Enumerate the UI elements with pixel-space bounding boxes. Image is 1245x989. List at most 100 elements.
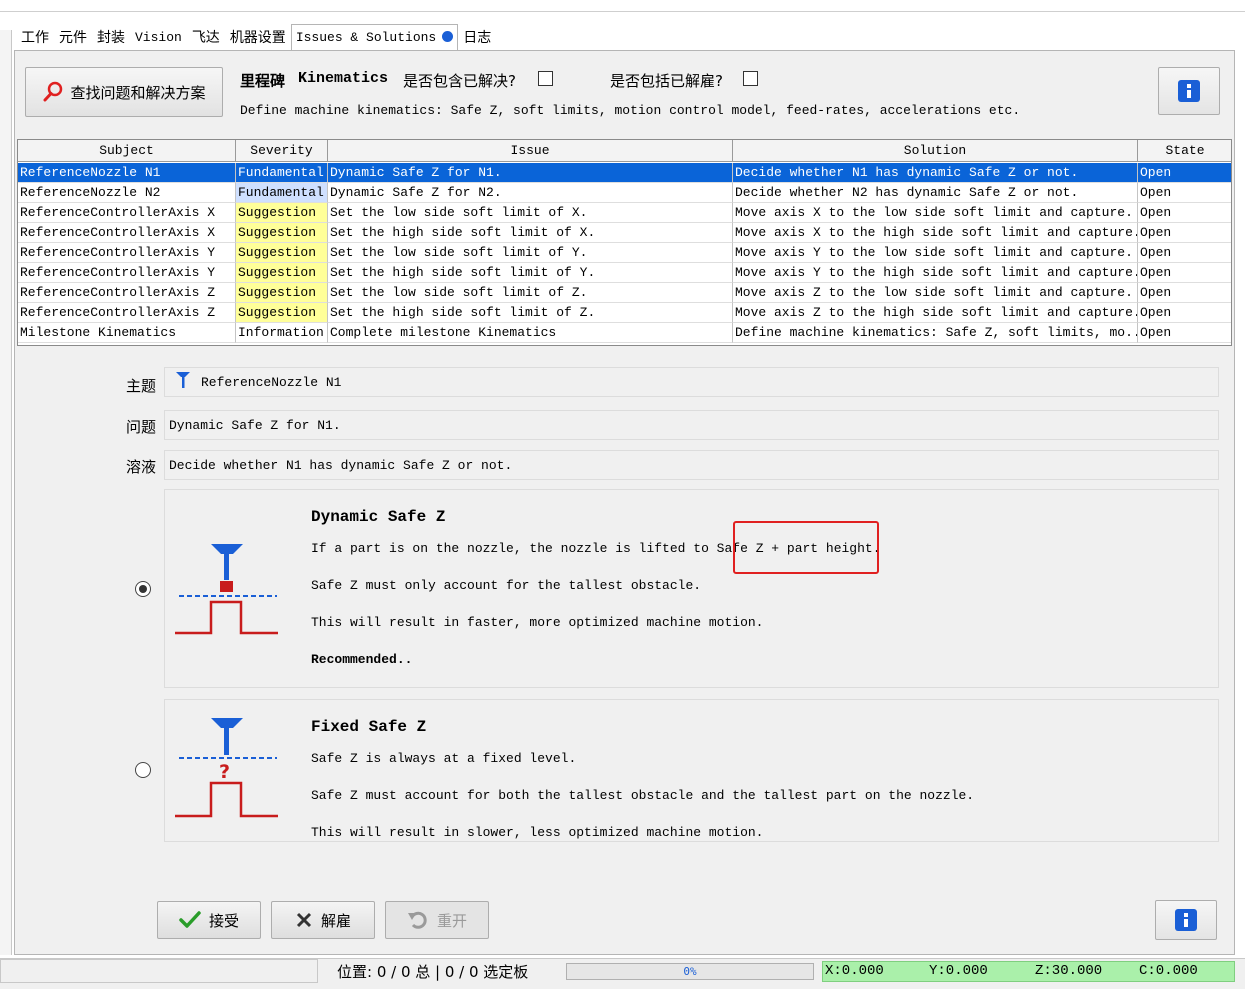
subject-value: ReferenceNozzle N1 [201, 375, 342, 390]
cell-state: Open [1138, 283, 1231, 303]
cell-severity: Suggestion [236, 223, 328, 243]
coord-c: C:0.000 [1139, 963, 1198, 979]
annotation-highlight-box [733, 521, 879, 574]
tab-packages[interactable]: 封装 [92, 24, 130, 50]
find-issues-button[interactable]: 查找问题和解决方案 [25, 67, 223, 117]
col-issue[interactable]: Issue [328, 140, 733, 162]
tab-log[interactable]: 日志 [458, 24, 496, 50]
cell-issue: Set the low side soft limit of Y. [328, 243, 733, 263]
include-solved-label: 是否包含已解决? [403, 72, 516, 90]
cell-issue: Set the high side soft limit of Y. [328, 263, 733, 283]
subject-label: 主题 [125, 377, 156, 395]
tab-feeders[interactable]: 飞达 [187, 24, 225, 50]
cell-solution: Decide whether N2 has dynamic Safe Z or … [733, 183, 1138, 203]
info-icon [1175, 909, 1197, 931]
coord-y: Y:0.000 [929, 963, 988, 979]
cell-subject: ReferenceNozzle N2 [18, 183, 236, 203]
undo-icon [407, 911, 427, 929]
left-dock-rail [0, 30, 12, 955]
dismiss-button[interactable]: 解雇 [271, 901, 375, 939]
fixed-safe-z-option[interactable]: ? Fixed Safe Z Safe Z is always at a fix… [164, 699, 1219, 842]
include-solved-checkbox[interactable] [538, 71, 553, 86]
cell-subject: ReferenceControllerAxis X [18, 203, 236, 223]
col-state[interactable]: State [1138, 140, 1231, 162]
coord-x: X:0.000 [825, 963, 884, 979]
cell-severity: Fundamental [236, 183, 328, 203]
info-button-bottom[interactable] [1155, 900, 1217, 940]
fixed-safe-z-diagram-icon: ? [175, 718, 278, 818]
placement-position-text: 位置: 0 / 0 总 | 0 / 0 选定板 [337, 963, 529, 981]
cell-subject: ReferenceControllerAxis X [18, 223, 236, 243]
table-row[interactable]: Milestone Kinematics Information Complete … [18, 323, 1231, 343]
col-solution[interactable]: Solution [733, 140, 1138, 162]
dynamic-safe-z-option[interactable]: Dynamic Safe Z If a part is on the nozzl… [164, 489, 1219, 688]
solution-field: Decide whether N1 has dynamic Safe Z or … [164, 450, 1219, 480]
cell-subject: ReferenceControllerAxis Y [18, 263, 236, 283]
fixed-safe-z-radio[interactable] [135, 762, 151, 778]
cell-issue: Complete milestone Kinematics [328, 323, 733, 343]
table-row[interactable]: ReferenceControllerAxis Z Suggestion Set t… [18, 283, 1231, 303]
tab-job[interactable]: 工作 [16, 24, 54, 50]
dynamic-safe-z-diagram-icon [175, 544, 278, 635]
main-tabs: 工作 元件 封装 Vision 飞达 机器设置 Issues & Solutio… [16, 24, 496, 51]
tab-parts[interactable]: 元件 [54, 24, 92, 50]
reopen-button[interactable]: 重开 [385, 901, 489, 939]
dynamic-safe-z-title: Dynamic Safe Z [311, 508, 446, 526]
table-row[interactable]: ReferenceNozzle N2 Fundamental Dynamic Saf… [18, 183, 1231, 203]
cell-state: Open [1138, 303, 1231, 323]
tab-issues-solutions[interactable]: Issues & Solutions [290, 24, 459, 51]
coordinates-readout: X:0.000 Y:0.000 Z:30.000 C:0.000 [822, 961, 1235, 982]
cell-severity: Suggestion [236, 303, 328, 323]
question-mark-label: ? [219, 761, 230, 783]
cell-solution: Move axis X to the low side soft limit a… [733, 203, 1138, 223]
table-row[interactable]: ReferenceControllerAxis X Suggestion Set t… [18, 223, 1231, 243]
table-row[interactable]: ReferenceControllerAxis X Suggestion Set t… [18, 203, 1231, 223]
issue-label: 问题 [125, 418, 156, 436]
cell-severity: Suggestion [236, 243, 328, 263]
fixed-line-3: This will result in slower, less optimiz… [311, 825, 764, 840]
table-row[interactable]: ReferenceNozzle N1 Fundamental Dynamic Saf… [18, 163, 1231, 183]
include-dismissed-label: 是否包括已解雇? [610, 72, 723, 90]
top-divider [0, 11, 1245, 12]
solution-label: 溶液 [125, 458, 156, 476]
fixed-safe-z-title: Fixed Safe Z [311, 718, 427, 736]
cell-issue: Dynamic Safe Z for N1. [328, 163, 733, 183]
cell-severity: Suggestion [236, 203, 328, 223]
cell-solution: Decide whether N1 has dynamic Safe Z or … [733, 163, 1138, 183]
fixed-line-2: Safe Z must account for both the tallest… [311, 788, 975, 803]
milestone-description: Define machine kinematics: Safe Z, soft … [240, 103, 1021, 118]
tab-machine-setup[interactable]: 机器设置 [225, 24, 291, 50]
cell-issue: Set the low side soft limit of Z. [328, 283, 733, 303]
dynamic-line-3: This will result in faster, more optimiz… [311, 615, 764, 630]
cell-state: Open [1138, 203, 1231, 223]
col-severity[interactable]: Severity [236, 140, 328, 162]
cell-solution: Move axis Y to the low side soft limit a… [733, 243, 1138, 263]
issue-field: Dynamic Safe Z for N1. [164, 410, 1219, 440]
dynamic-line-2: Safe Z must only account for the tallest… [311, 578, 702, 593]
tab-issues-solutions-label: Issues & Solutions [295, 30, 437, 45]
col-subject[interactable]: Subject [18, 140, 236, 162]
status-message-area [0, 959, 318, 983]
cell-severity: Suggestion [236, 263, 328, 283]
dynamic-line-4: Recommended.. [311, 652, 413, 667]
cell-issue: Set the high side soft limit of Z. [328, 303, 733, 323]
tab-vision[interactable]: Vision [130, 24, 187, 50]
close-icon [296, 912, 312, 928]
cell-severity: Suggestion [236, 283, 328, 303]
status-bar: 位置: 0 / 0 总 | 0 / 0 选定板 0% X:0.000 Y:0.0… [0, 958, 1245, 989]
cell-issue: Set the high side soft limit of X. [328, 223, 733, 243]
include-dismissed-checkbox[interactable] [743, 71, 758, 86]
cell-severity: Information [236, 323, 328, 343]
checkmark-icon [179, 911, 201, 928]
table-row[interactable]: ReferenceControllerAxis Z Suggestion Set t… [18, 303, 1231, 323]
cell-issue: Dynamic Safe Z for N2. [328, 183, 733, 203]
accept-button[interactable]: 接受 [157, 901, 261, 939]
dynamic-safe-z-radio[interactable] [135, 581, 151, 597]
table-body: ReferenceNozzle N1 Fundamental Dynamic Saf… [18, 163, 1231, 343]
info-button-top[interactable] [1158, 67, 1220, 115]
find-issues-label: 查找问题和解决方案 [70, 83, 206, 102]
milestone-name: Kinematics [298, 70, 389, 87]
info-icon [1178, 80, 1200, 102]
table-row[interactable]: ReferenceControllerAxis Y Suggestion Set t… [18, 243, 1231, 263]
table-row[interactable]: ReferenceControllerAxis Y Suggestion Set t… [18, 263, 1231, 283]
